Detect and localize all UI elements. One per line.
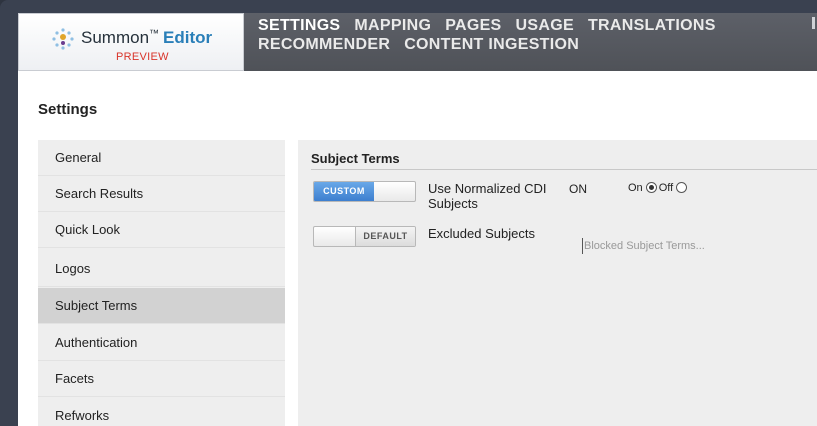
- page-title: Settings: [38, 101, 98, 118]
- panel-divider: [311, 169, 817, 170]
- custom-default-toggle-normalized[interactable]: CUSTOM: [313, 181, 416, 202]
- sidebar-item-facets[interactable]: Facets: [38, 361, 285, 397]
- sidebar-item-refworks[interactable]: Refworks: [38, 398, 285, 426]
- normalized-radio-group: On Off: [628, 182, 689, 194]
- setting-value-normalized: ON: [569, 182, 587, 196]
- toggle-custom-label: CUSTOM: [314, 182, 374, 201]
- preview-label: PREVIEW: [116, 51, 169, 63]
- nav-translations[interactable]: TRANSLATIONS: [588, 17, 716, 34]
- sidebar-item-subject-terms[interactable]: Subject Terms: [38, 288, 285, 324]
- main-nav: SETTINGS MAPPING PAGES USAGE TRANSLATIONS REC…: [258, 16, 778, 54]
- nav-content-ingestion[interactable]: CONTENT INGESTION: [404, 36, 579, 53]
- radio-on[interactable]: [645, 182, 657, 193]
- custom-default-toggle-excluded[interactable]: DEFAULT: [313, 226, 416, 247]
- nav-settings[interactable]: SETTINGS: [258, 17, 340, 34]
- setting-label-excluded-subjects: Excluded Subjects: [428, 226, 535, 241]
- panel-title: Subject Terms: [311, 151, 400, 166]
- nav-recommender[interactable]: RECOMMENDER: [258, 36, 390, 53]
- logo-text: Summon™ Editor: [81, 28, 213, 47]
- sidebar-item-general[interactable]: General: [38, 140, 285, 176]
- blocked-subject-terms-input[interactable]: [582, 238, 817, 254]
- app-logo[interactable]: Summon™ Editor PREVIEW: [18, 13, 244, 71]
- sidebar-item-logos[interactable]: Logos: [38, 251, 285, 287]
- summon-dots-icon: [52, 28, 74, 50]
- logo-editor-label: Editor: [163, 28, 213, 47]
- sidebar-item-search-results[interactable]: Search Results: [38, 176, 285, 212]
- radio-off-label: Off: [658, 182, 674, 194]
- nav-mapping[interactable]: MAPPING: [354, 17, 431, 34]
- radio-on-label: On: [628, 182, 643, 194]
- nav-pages[interactable]: PAGES: [445, 17, 501, 34]
- radio-off[interactable]: [676, 182, 688, 193]
- header-overflow-mark: [812, 17, 815, 29]
- setting-label-normalized-cdi: Use Normalized CDI Subjects: [428, 181, 547, 211]
- sidebar-item-quick-look[interactable]: Quick Look: [38, 212, 285, 248]
- nav-usage[interactable]: USAGE: [516, 17, 574, 34]
- sidebar-item-authentication[interactable]: Authentication: [38, 325, 285, 361]
- toggle-default-label: DEFAULT: [355, 227, 415, 246]
